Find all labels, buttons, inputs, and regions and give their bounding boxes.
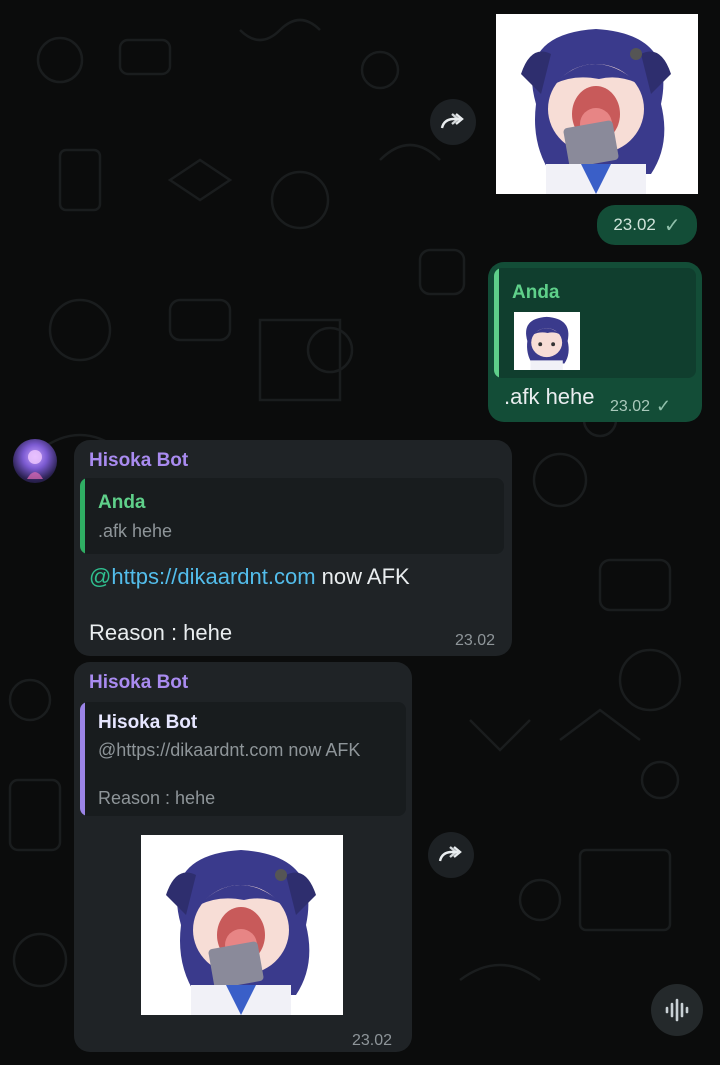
message-link[interactable]: https://dikaardnt.com (111, 564, 315, 589)
quote-text-line: @https://dikaardnt.com now AFK (98, 740, 361, 760)
time-text: 23.02 (352, 1032, 393, 1049)
forward-button[interactable] (428, 832, 474, 878)
message-text-after-link: now AFK (315, 564, 410, 589)
quote-author: Hisoka Bot (98, 712, 198, 733)
single-check-icon: ✓ (656, 396, 672, 416)
reason-text: Reason : hehe (89, 620, 233, 645)
forward-button[interactable] (430, 99, 476, 145)
quote-bar (80, 702, 85, 816)
voice-wave-icon (665, 998, 689, 1022)
mention-symbol: @ (89, 564, 112, 589)
quoted-message[interactable]: Anda .afk hehe (80, 478, 504, 554)
single-check-icon: ✓ (663, 214, 681, 237)
time-text: 23.02 (455, 632, 496, 649)
sticker-image (496, 14, 698, 194)
sender-name: Hisoka Bot (89, 450, 189, 471)
quote-bar (494, 268, 499, 378)
forward-icon (440, 113, 464, 129)
outgoing-message-bubble[interactable]: Anda .afk hehe 23.02 ✓ (488, 262, 702, 422)
forward-icon (438, 846, 462, 862)
received-sticker[interactable] (141, 835, 343, 1015)
quoted-message[interactable]: Hisoka Bot @https://dikaardnt.com now AF… (80, 702, 406, 816)
incoming-sticker-bubble[interactable]: Hisoka Bot Hisoka Bot @https://dikaardnt… (74, 662, 412, 1052)
time-text: 23.02 (610, 397, 651, 415)
incoming-message-bubble[interactable]: Hisoka Bot Anda .afk hehe @https://dikaa… (74, 440, 512, 656)
quoted-sticker-thumbnail (514, 312, 580, 370)
sent-sticker[interactable] (496, 14, 698, 194)
message-meta: 23.02 ✓ (610, 396, 671, 417)
quote-author: Anda (512, 282, 560, 303)
sticker-image (141, 835, 343, 1015)
quote-author: Anda (98, 492, 146, 513)
quote-text-line: Reason : hehe (98, 788, 216, 808)
quote-bar (80, 478, 85, 554)
time-text: 23.02 (613, 215, 656, 234)
avatar-image (27, 450, 43, 479)
message-text: .afk hehe (504, 384, 595, 409)
avatar[interactable] (13, 439, 57, 483)
message-text-line: @https://dikaardnt.com now AFK (89, 564, 410, 590)
sticker-thumbnail-image (514, 312, 580, 370)
quote-text: .afk hehe (98, 521, 173, 541)
sender-name: Hisoka Bot (89, 672, 189, 693)
message-timestamp: 23.02 ✓ (597, 205, 697, 245)
voice-message-button[interactable] (651, 984, 703, 1036)
quoted-sticker-reply[interactable]: Anda (494, 268, 696, 378)
